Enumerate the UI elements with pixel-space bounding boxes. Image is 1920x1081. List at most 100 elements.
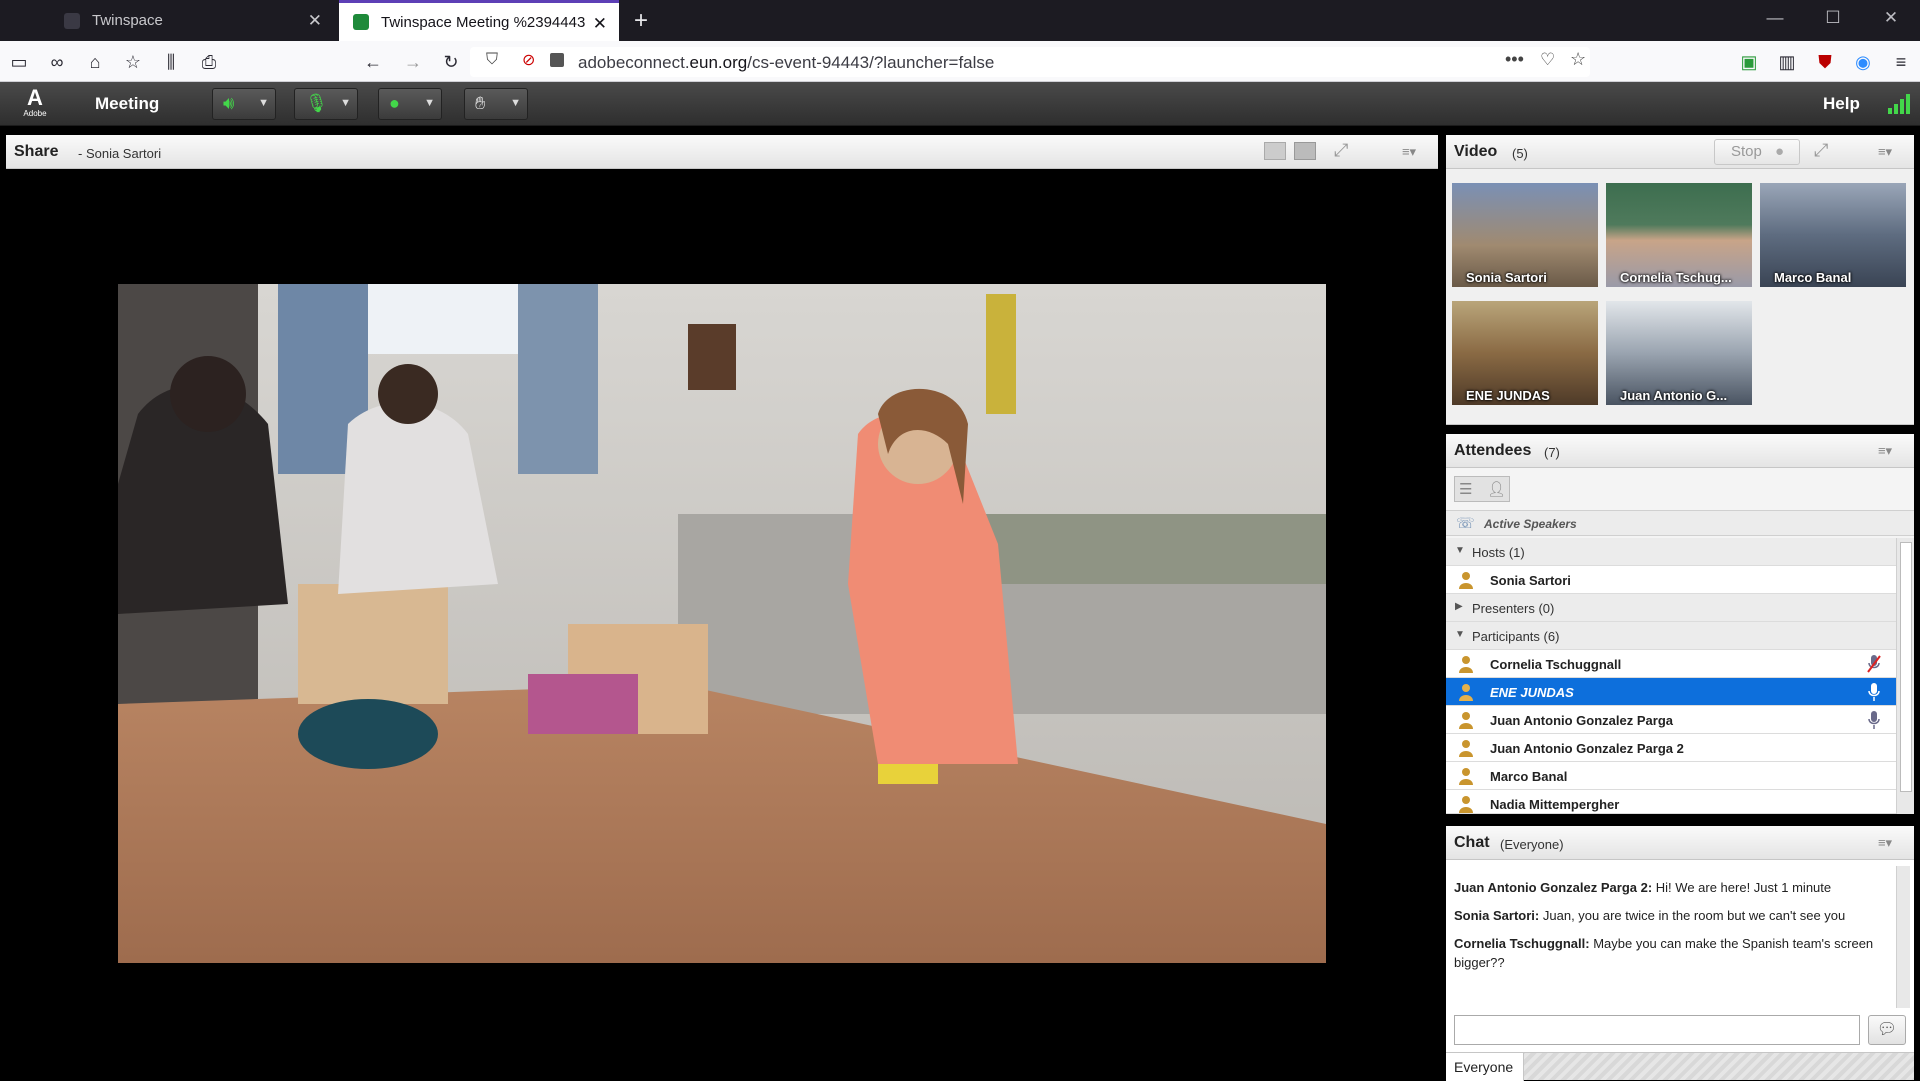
attendees-pod-titlebar: Attendees (7) ≡▾ [1446,434,1914,468]
tab-twinspace[interactable]: Twinspace ✕ [50,0,334,41]
close-tab-icon[interactable]: ✕ [308,11,322,31]
chevron-down-icon[interactable]: ▼ [1455,545,1465,556]
video-grid: Sonia Sartori Cornelia Tschug... Marco B… [1446,169,1914,425]
list-all-tabs-icon[interactable] [8,8,34,34]
video-tile[interactable]: Sonia Sartori [1452,183,1598,287]
participants-group[interactable]: ▼ Participants (6) [1446,622,1896,650]
reload-icon[interactable]: ↻ [438,49,464,75]
new-tab-button[interactable]: + [628,7,654,35]
back-icon[interactable]: ← [360,49,386,75]
chat-scrollbar[interactable] [1896,866,1910,1008]
address-bar[interactable]: ⛉ ⊘ adobeconnect.eun.org/cs-event-94443/… [470,47,1590,77]
attendee-row[interactable]: Marco Banal [1446,762,1896,790]
blocked-permission-icon[interactable]: ⊘ [522,50,535,70]
browser-tab-strip: Twinspace ✕ Twinspace Meeting %2394443 ✕… [0,0,1920,41]
url-text[interactable]: adobeconnect.eun.org/cs-event-94443/?lau… [578,53,994,73]
chat-pod-title: Chat [1454,834,1490,851]
raise-hand-button[interactable]: ✋︎ ▼ [464,88,528,120]
video-tile-name: Sonia Sartori [1466,270,1547,285]
chevron-down-icon[interactable]: ▼ [1455,629,1465,640]
attendee-row[interactable]: ENE JUNDAS [1446,678,1896,706]
layout-normal-icon[interactable] [1264,142,1286,160]
print-icon[interactable]: ⎙ [196,49,222,75]
home-icon[interactable]: ⌂ [82,49,108,75]
video-tile-name: ENE JUNDAS [1466,388,1550,403]
microphone-icon [1868,683,1880,701]
speaker-icon: 🔊︎ [223,93,235,113]
maximize-window-icon[interactable]: ☐ [1818,8,1848,28]
bookmark-star-icon[interactable]: ☆ [120,49,146,75]
attendee-row[interactable]: Juan Antonio Gonzalez Parga [1446,706,1896,734]
fullscreen-icon[interactable]: ⤢ [1814,140,1828,161]
pod-options-icon[interactable]: ≡▾ [1874,144,1896,162]
fullscreen-icon[interactable]: ⤢ [1334,140,1348,161]
speaker-button[interactable]: 🔊︎ ▼ [212,88,276,120]
active-speakers-row: ☏ Active Speakers [1446,510,1914,536]
video-tile[interactable]: ENE JUNDAS [1452,301,1598,405]
pod-options-icon[interactable]: ≡▾ [1398,144,1420,162]
phone-speaker-icon: ☏ [1456,515,1475,532]
list-view-icon[interactable]: ☰ [1459,480,1472,498]
meeting-menu[interactable]: Meeting [95,94,159,114]
bookmark-page-star-icon[interactable]: ☆ [1570,49,1586,70]
share-content-area [6,169,1438,1080]
zoom-extension-icon[interactable]: ◉ [1850,49,1876,75]
chat-recipient-tab[interactable]: Everyone [1446,1053,1524,1081]
attendee-row[interactable]: Nadia Mittempergher [1446,790,1896,814]
chat-area: Juan Antonio Gonzalez Parga 2: Hi! We ar… [1446,860,1914,1081]
help-menu[interactable]: Help [1823,94,1860,114]
video-pod-title: Video [1454,143,1498,160]
attendee-row[interactable]: Juan Antonio Gonzalez Parga 2 [1446,734,1896,762]
library-icon[interactable]: ⫼ [158,49,184,75]
presenters-group[interactable]: ▶ Presenters (0) [1446,594,1896,622]
minimize-window-icon[interactable]: — [1760,8,1790,28]
video-count: (5) [1512,146,1528,161]
layout-fit-icon[interactable] [1294,142,1316,160]
webcam-button[interactable]: ● ▼ [378,88,442,120]
ublock-shield-icon[interactable]: ⛊ [1812,49,1838,75]
attendees-scrollbar[interactable] [1896,538,1914,814]
attendees-list-area: ☰ 👤︎ ☏ Active Speakers ▼ Hosts (1) Sonia… [1446,468,1914,814]
private-mask-icon[interactable]: ∞ [44,49,70,75]
pocket-icon[interactable]: ♡ [1540,50,1555,70]
chevron-right-icon[interactable]: ▶ [1455,601,1463,612]
video-tile[interactable]: Juan Antonio G... [1606,301,1752,405]
video-tile[interactable]: Marco Banal [1760,183,1906,287]
chat-message: Cornelia Tschuggnall: Maybe you can make… [1454,936,1874,970]
chevron-down-icon[interactable]: ▼ [510,97,521,109]
pod-options-icon[interactable]: ≡▾ [1874,835,1896,853]
shield-icon[interactable]: ⛉ [486,51,498,69]
microphone-button[interactable]: 🎙︎ ▼ [294,88,358,120]
scrollbar-thumb[interactable] [1900,542,1912,792]
chat-footer: Everyone [1446,1052,1914,1081]
forward-icon[interactable]: → [400,49,426,75]
stop-video-button[interactable]: Stop ● [1714,139,1800,165]
attendee-row[interactable]: Cornelia Tschuggnall [1446,650,1896,678]
chevron-down-icon[interactable]: ▼ [340,97,351,109]
webcam-user-icon: ● [1775,143,1785,160]
tab-twinspace-meeting[interactable]: Twinspace Meeting %2394443 ✕ [339,0,619,41]
user-icon [1459,712,1473,729]
page-actions-icon[interactable]: ••• [1505,49,1524,70]
chevron-down-icon[interactable]: ▼ [258,97,269,109]
reader-view-icon[interactable]: ▥ [1774,49,1800,75]
close-window-icon[interactable]: ✕ [1876,8,1906,28]
microphone-icon [1868,711,1880,729]
attendee-row[interactable]: Sonia Sartori [1446,566,1896,594]
app-menu-icon[interactable]: ≡ [1888,49,1914,75]
pod-options-icon[interactable]: ≡▾ [1874,443,1896,461]
user-view-icon[interactable]: 👤︎ [1487,480,1506,498]
close-tab-icon[interactable]: ✕ [593,14,607,34]
chevron-down-icon[interactable]: ▼ [424,97,435,109]
lock-icon[interactable] [550,53,564,67]
share-presenter-name: - Sonia Sartori [78,146,162,161]
favicon-icon [353,14,369,30]
chat-pod-titlebar: Chat (Everyone) ≡▾ [1446,826,1914,860]
extension-green-icon[interactable]: ▣ [1736,49,1762,75]
video-tile[interactable]: Cornelia Tschug... [1606,183,1752,287]
sidebar-icon[interactable]: ▭ [6,49,32,75]
chat-message-input[interactable] [1454,1015,1860,1045]
hosts-group[interactable]: ▼ Hosts (1) [1446,538,1896,566]
microphone-muted-icon [1867,655,1881,673]
send-message-button[interactable]: 💬︎ [1868,1015,1906,1045]
